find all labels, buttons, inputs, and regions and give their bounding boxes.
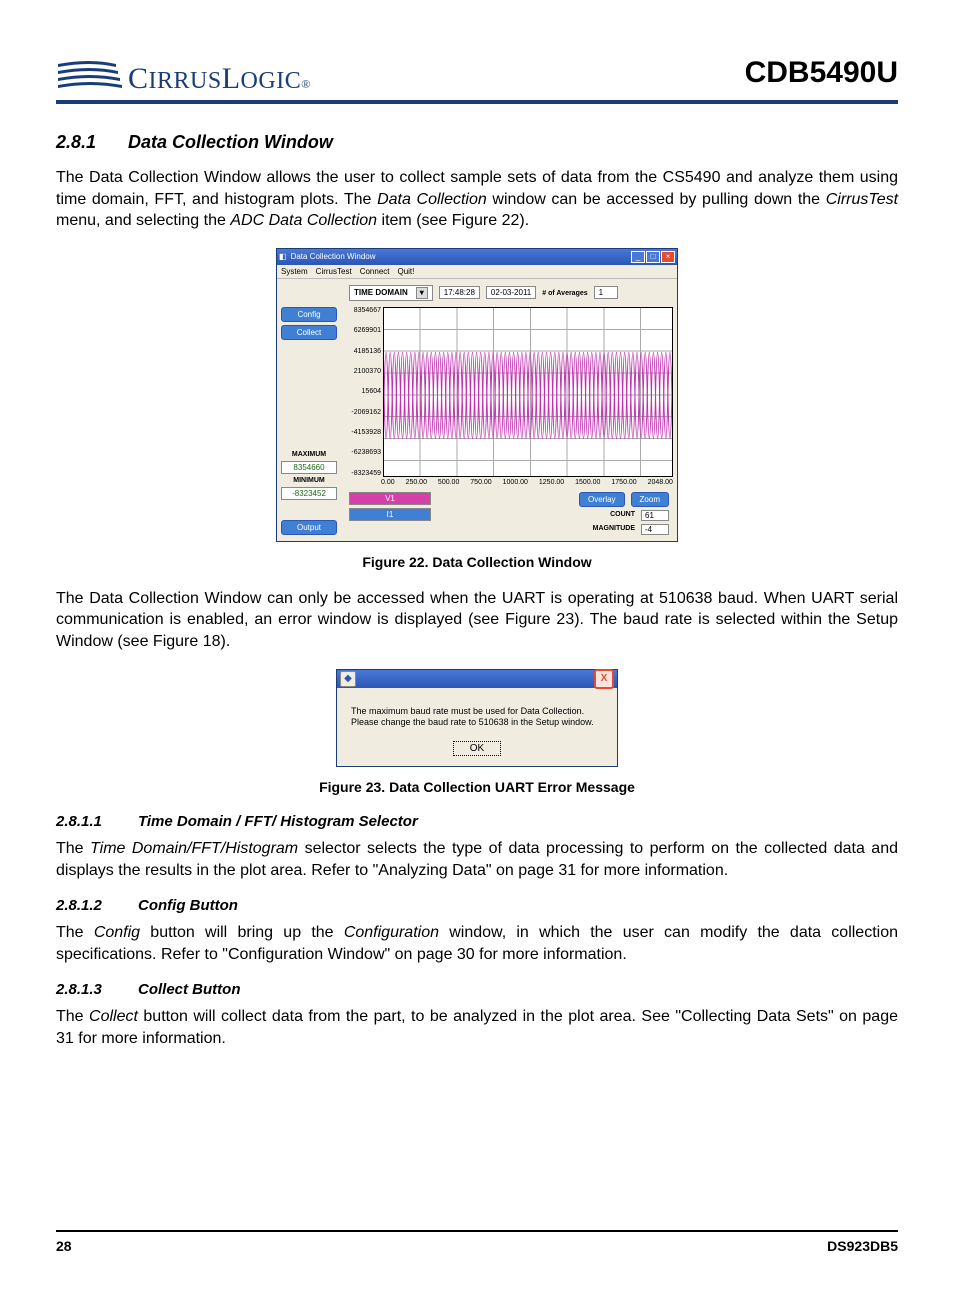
count-value: 61: [641, 510, 669, 521]
subsection-1-body: The Time Domain/FFT/Histogram selector s…: [56, 838, 898, 881]
channel-v1-chip[interactable]: V1: [349, 492, 431, 505]
paragraph-1: The Data Collection Window allows the us…: [56, 167, 898, 232]
cirrus-logic-logo: CIRRUS LOGIC®: [56, 56, 311, 96]
menu-cirrustest[interactable]: CirrusTest: [316, 267, 352, 276]
error-dialog: ◆ X The maximum baud rate must be used f…: [336, 669, 618, 767]
magnitude-value: -4: [641, 524, 669, 535]
subsection-3-body: The Collect button will collect data fro…: [56, 1006, 898, 1049]
part-number: CDB5490U: [745, 56, 898, 90]
page-number: 28: [56, 1238, 72, 1254]
figure-23-caption: Figure 23. Data Collection UART Error Me…: [56, 779, 898, 795]
page-footer: 28 DS923DB5: [56, 1230, 898, 1254]
mode-selector[interactable]: TIME DOMAIN▾: [349, 285, 433, 301]
close-icon[interactable]: X: [594, 669, 614, 689]
menu-connect[interactable]: Connect: [360, 267, 390, 276]
app-icon: ◧: [279, 252, 287, 261]
time-field: 17:48:28: [439, 286, 480, 299]
error-message: The maximum baud rate must be used for D…: [337, 688, 617, 735]
subsection-2: 2.8.1.2Config Button: [56, 897, 898, 914]
averages-field[interactable]: 1: [594, 286, 618, 299]
logo-swoosh-icon: [56, 56, 124, 96]
chevron-down-icon: ▾: [416, 287, 428, 299]
dialog-icon: ◆: [340, 671, 356, 687]
logo-text: CIRRUS LOGIC®: [128, 62, 311, 96]
zoom-button[interactable]: Zoom: [631, 492, 669, 507]
page-header: CIRRUS LOGIC® CDB5490U: [56, 56, 898, 104]
figure-22-caption: Figure 22. Data Collection Window: [56, 554, 898, 570]
subsection-3: 2.8.1.3Collect Button: [56, 981, 898, 998]
subsection-2-body: The Config button will bring up the Conf…: [56, 922, 898, 965]
overlay-button[interactable]: Overlay: [579, 492, 625, 507]
collect-button[interactable]: Collect: [281, 325, 337, 340]
paragraph-2: The Data Collection Window can only be a…: [56, 588, 898, 653]
date-field: 02-03-2011: [486, 286, 536, 299]
maximum-value: 8354660: [281, 461, 337, 474]
time-domain-plot: 835466762699014185136210037015604-206916…: [341, 307, 673, 477]
window-titlebar: ◧Data Collection Window _ □ ×: [277, 249, 677, 265]
minimum-value: -8323452: [281, 487, 337, 500]
data-collection-window: ◧Data Collection Window _ □ × System Cir…: [276, 248, 678, 542]
section-heading: 2.8.1Data Collection Window: [56, 132, 898, 153]
waveform-trace: [384, 308, 672, 477]
menu-system[interactable]: System: [281, 267, 308, 276]
subsection-1: 2.8.1.1Time Domain / FFT/ Histogram Sele…: [56, 813, 898, 830]
ok-button[interactable]: OK: [453, 741, 501, 756]
channel-i1-chip[interactable]: I1: [349, 508, 431, 521]
maximize-icon[interactable]: □: [646, 251, 660, 263]
config-button[interactable]: Config: [281, 307, 337, 322]
minimize-icon[interactable]: _: [631, 251, 645, 263]
close-icon[interactable]: ×: [661, 251, 675, 263]
menu-bar: System CirrusTest Connect Quit!: [277, 265, 677, 279]
menu-quit[interactable]: Quit!: [397, 267, 414, 276]
document-code: DS923DB5: [827, 1238, 898, 1254]
output-button[interactable]: Output: [281, 520, 337, 535]
